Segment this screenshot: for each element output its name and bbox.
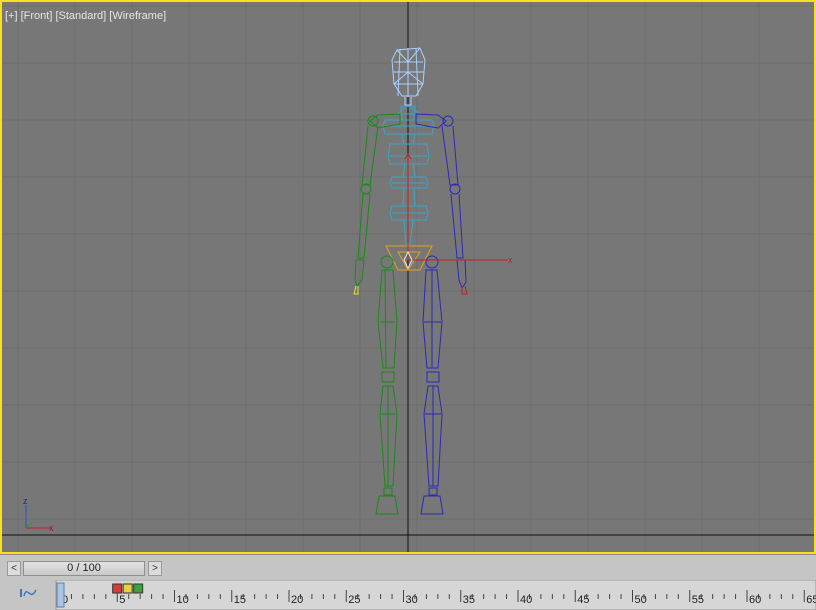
viewport-point-of-view-menu[interactable]: [Front] xyxy=(21,10,53,22)
ruler-label: 30 xyxy=(406,594,418,606)
key-marker[interactable] xyxy=(112,583,123,594)
ruler-label: 50 xyxy=(635,594,647,606)
ruler-label: 60 xyxy=(749,594,761,606)
key-marker[interactable] xyxy=(122,583,133,594)
viewport-shading-menu[interactable]: [Standard] xyxy=(55,10,106,22)
ruler-label: 65 xyxy=(806,594,816,606)
timeline-panel: < 0 / 100 > 0 5 10 15 20 25 30 35 40 45 50 55 60 65 xyxy=(0,554,816,610)
ruler-label: 5 xyxy=(119,594,125,606)
gizmo-x-label: x xyxy=(508,255,513,265)
viewport-menu-plus[interactable]: [+] xyxy=(5,10,18,22)
track-bar-ruler[interactable]: 0 5 10 15 20 25 30 35 40 45 50 55 60 65 xyxy=(0,580,816,610)
biped-left-fingers xyxy=(353,285,359,295)
ruler-label: 10 xyxy=(177,594,189,606)
key-marker[interactable] xyxy=(133,583,144,594)
key-markers[interactable] xyxy=(112,583,144,594)
viewport-display-mode-menu[interactable]: [Wireframe] xyxy=(109,10,166,22)
axis-tripod: z x xyxy=(23,496,54,533)
time-slider-prev-button[interactable]: < xyxy=(7,561,21,576)
time-slider-frame-indicator[interactable] xyxy=(56,582,65,608)
biped-skeleton[interactable] xyxy=(353,47,468,515)
time-slider[interactable]: 0 / 100 xyxy=(23,561,145,576)
front-viewport[interactable]: x z x [+] [Front] [Standard] [Wireframe] xyxy=(0,0,816,554)
ruler-label: 25 xyxy=(348,594,360,606)
axis-tripod-x-label: x xyxy=(49,523,54,533)
viewport-label: [+] [Front] [Standard] [Wireframe] xyxy=(5,10,166,22)
ruler-label: 40 xyxy=(520,594,532,606)
biped-right-leg[interactable] xyxy=(420,255,444,515)
time-slider-next-button[interactable]: > xyxy=(148,561,162,576)
transform-gizmo[interactable]: x xyxy=(403,153,513,270)
axis-tripod-z-label: z xyxy=(23,496,28,506)
ruler-label: 20 xyxy=(291,594,303,606)
ruler-label: 55 xyxy=(692,594,704,606)
track-bar[interactable]: 0 5 10 15 20 25 30 35 40 45 50 55 60 65 xyxy=(0,580,816,610)
ruler-label: 35 xyxy=(463,594,475,606)
ruler-label: 45 xyxy=(577,594,589,606)
ruler-label: 15 xyxy=(234,594,246,606)
viewport-canvas[interactable]: x z x xyxy=(2,2,814,552)
biped-head[interactable] xyxy=(391,47,426,106)
biped-left-leg[interactable] xyxy=(375,255,399,515)
